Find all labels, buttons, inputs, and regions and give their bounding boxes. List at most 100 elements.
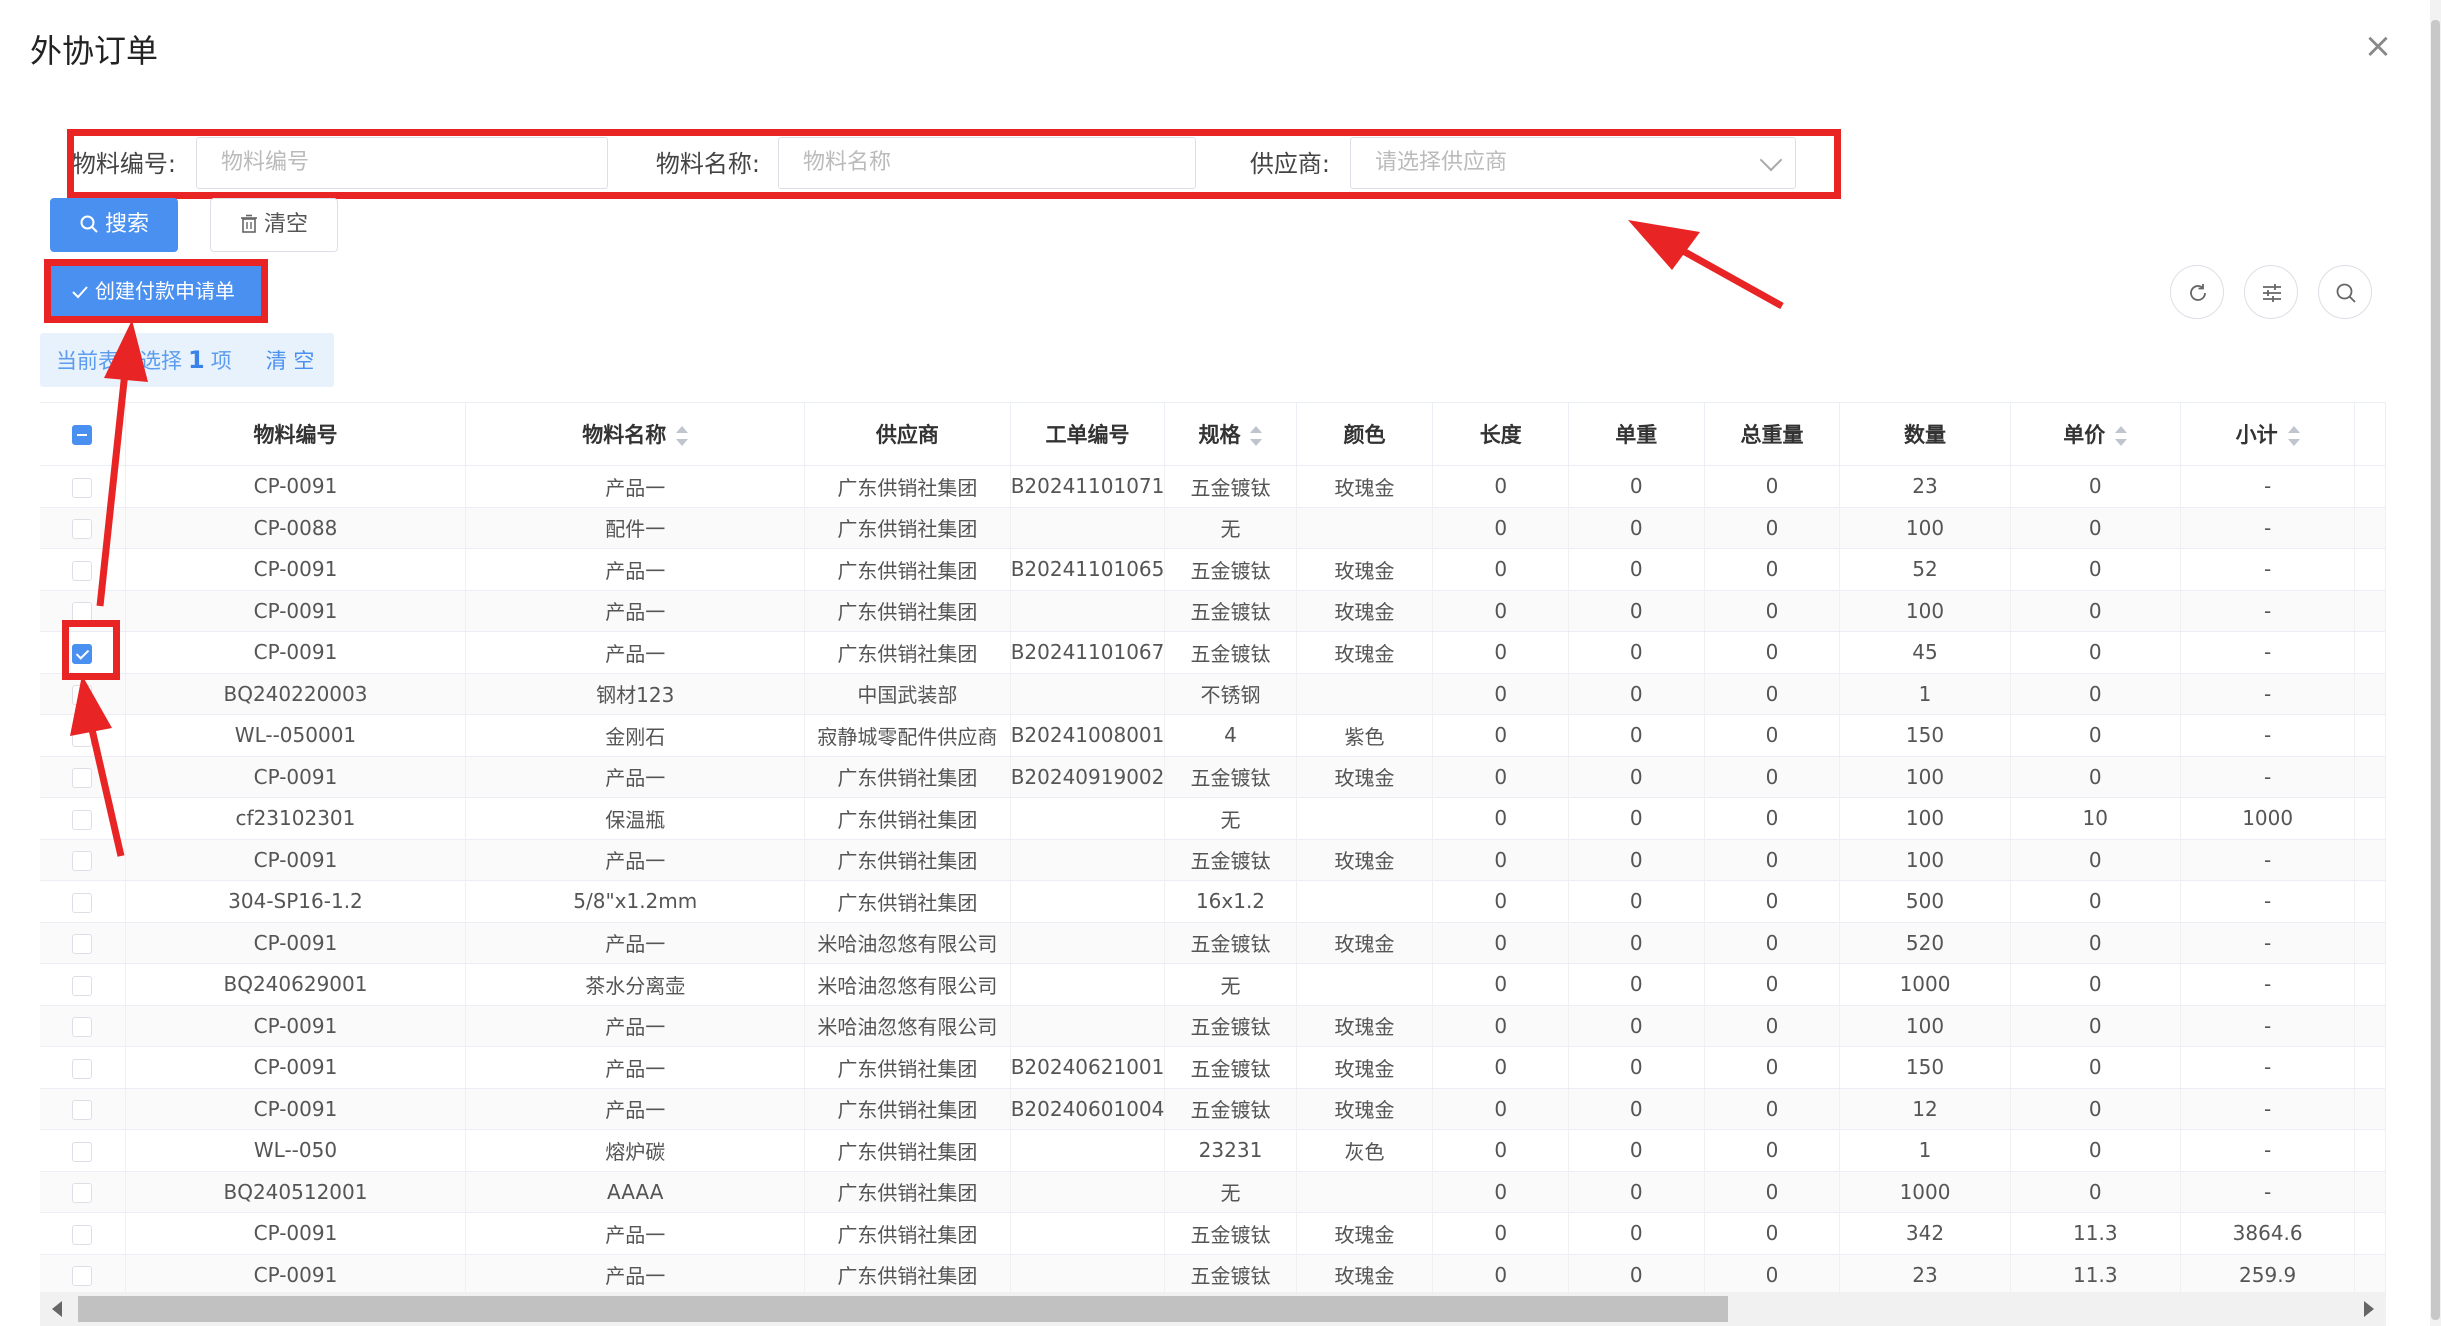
row-checkbox[interactable] — [72, 1224, 93, 1245]
table-cell-overflow — [2354, 507, 2386, 549]
row-checkbox[interactable] — [72, 1058, 93, 1079]
table-row[interactable]: WL--050 熔炉碳 广东供销社集团 23231 灰色 0 0 0 1 0- — [40, 1129, 2386, 1172]
selection-clear-link[interactable]: 清 空 — [266, 349, 315, 373]
row-select-cell[interactable] — [40, 963, 126, 1006]
table-row[interactable]: CP-0091 产品一 广东供销社集团 B20241101071 五金镀钛 玫瑰金 0 0 0 2… — [40, 465, 2386, 508]
row-checkbox[interactable] — [72, 1266, 93, 1287]
row-select-cell[interactable] — [40, 507, 126, 549]
row-checkbox[interactable] — [72, 1017, 93, 1038]
table-cell: B20241101065 — [1010, 548, 1166, 591]
table-cell: 100 — [1839, 797, 2011, 840]
row-select-cell[interactable] — [40, 1254, 126, 1293]
row-select-cell[interactable] — [40, 714, 126, 757]
select-all-cell[interactable] — [40, 403, 126, 466]
row-checkbox[interactable] — [72, 768, 93, 789]
row-checkbox[interactable] — [72, 975, 93, 996]
table-cell: 100 — [1839, 590, 2011, 632]
row-select-cell[interactable] — [40, 1046, 126, 1089]
row-checkbox[interactable] — [72, 519, 93, 540]
table-cell: 0 — [1568, 1129, 1705, 1172]
sort-icon[interactable] — [1250, 425, 1263, 447]
table-cell-overflow — [2354, 880, 2386, 923]
vertical-scrollbar[interactable] — [2430, 0, 2441, 1326]
table-row[interactable]: CP-0091 产品一 广东供销社集团 五金镀钛 玫瑰金 0 0 0 23 11.3 259.9 — [40, 1254, 2386, 1293]
sort-icon[interactable] — [2115, 425, 2128, 447]
row-select-cell[interactable] — [40, 1129, 126, 1172]
table-row[interactable]: CP-0091 产品一 广东供销社集团 五金镀钛 玫瑰金 0 0 0 100 0- — [40, 839, 2386, 881]
row-select-cell[interactable] — [40, 548, 126, 591]
dialog: 外协订单 × 物料编号: 物料编号 物料名称: 物料名称 供应商: 请选择供应商… — [0, 0, 2441, 1326]
row-select-cell[interactable] — [40, 880, 126, 923]
table-cell: - — [2180, 1088, 2356, 1130]
row-select-cell[interactable] — [40, 922, 126, 964]
table-row[interactable]: CP-0091 产品一 广东供销社集团 B20240621001 五金镀钛 玫瑰金 0 0 0 1… — [40, 1046, 2386, 1089]
row-select-cell[interactable] — [40, 756, 126, 798]
column-header-sortable[interactable]: 规格 — [1164, 403, 1297, 466]
table-cell-overflow — [2354, 756, 2386, 798]
search-icon[interactable] — [2318, 265, 2372, 319]
close-icon[interactable]: × — [2360, 28, 2396, 64]
table-cell: 0 — [1704, 756, 1841, 798]
table-row[interactable]: cf23102301 保温瓶 广东供销社集团无 0 0 0 100 10 1000 — [40, 797, 2386, 840]
row-checkbox[interactable] — [72, 560, 93, 581]
row-select-cell[interactable] — [40, 1088, 126, 1130]
table-cell: 0 — [1432, 507, 1569, 549]
vertical-scrollbar-thumb[interactable] — [2431, 20, 2440, 1320]
row-checkbox[interactable] — [72, 1183, 93, 1204]
table-row[interactable]: 304-SP16-1.2 5/8"x1.2mm 广东供销社集团 16x1.2 0 0 0 50… — [40, 880, 2386, 923]
table-row[interactable]: CP-0091 产品一 广东供销社集团 B20240601004 五金镀钛 玫瑰金 0 0 0 1… — [40, 1088, 2386, 1130]
table-cell: 45 — [1839, 631, 2011, 674]
table-row[interactable]: WL--050001 金刚石 寂静城零配件供应商 B20241008001 4 紫色 0 0 0… — [40, 714, 2386, 757]
row-checkbox[interactable] — [72, 892, 93, 913]
table-cell: 0 — [2010, 714, 2181, 757]
row-checkbox[interactable] — [72, 685, 93, 706]
row-select-cell[interactable] — [40, 1212, 126, 1255]
select-all-checkbox[interactable] — [72, 425, 93, 445]
table-row[interactable]: BQ240629001 茶水分离壶 米哈油忽悠有限公司无 0 0 0 1000 0- — [40, 963, 2386, 1006]
table-row[interactable]: CP-0091 产品一 米哈油忽悠有限公司 五金镀钛 玫瑰金 0 0 0 100 0- — [40, 1005, 2386, 1047]
clear-button[interactable]: 清空 — [210, 198, 338, 252]
scroll-left-icon[interactable] — [52, 1301, 62, 1317]
table-row[interactable]: CP-0091 产品一 广东供销社集团 B20241101067 五金镀钛 玫瑰金 0 0 0 4… — [40, 631, 2386, 674]
table-cell — [1010, 797, 1166, 840]
row-select-cell[interactable] — [40, 465, 126, 508]
row-select-cell[interactable] — [40, 1171, 126, 1213]
table-cell: 0 — [1704, 714, 1841, 757]
column-header-sortable[interactable]: 小计 — [2180, 403, 2356, 466]
column-header-sortable[interactable]: 物料名称 — [465, 403, 806, 466]
row-checkbox[interactable] — [72, 726, 93, 747]
row-select-cell[interactable] — [40, 797, 126, 840]
scroll-right-icon[interactable] — [2364, 1301, 2374, 1317]
row-checkbox[interactable] — [72, 934, 93, 955]
sort-icon[interactable] — [676, 425, 689, 447]
table-cell: 产品一 — [465, 590, 806, 632]
table-row[interactable]: CP-0091 产品一 广东供销社集团 B20241101065 五金镀钛 玫瑰金 0 0 0 5… — [40, 548, 2386, 591]
row-checkbox[interactable] — [72, 477, 93, 498]
horizontal-scrollbar[interactable] — [40, 1292, 2386, 1326]
row-select-cell[interactable] — [40, 1005, 126, 1047]
table-cell: 0 — [2010, 1171, 2181, 1213]
row-checkbox[interactable] — [72, 1141, 93, 1162]
horizontal-scrollbar-thumb[interactable] — [78, 1296, 1728, 1322]
row-select-cell[interactable] — [40, 839, 126, 881]
table-row[interactable]: BQ240512001 AAAA 广东供销社集团无 0 0 0 1000 0- — [40, 1171, 2386, 1213]
table-row[interactable]: CP-0091 产品一 广东供销社集团 五金镀钛 玫瑰金 0 0 0 342 11.3 3864.6 — [40, 1212, 2386, 1255]
table-cell: 无 — [1164, 963, 1297, 1006]
sliders-icon[interactable] — [2244, 265, 2298, 319]
table-cell: 五金镀钛 — [1164, 1005, 1297, 1047]
table-cell — [1296, 1171, 1434, 1213]
table-cell: CP-0091 — [125, 839, 467, 881]
sort-icon[interactable] — [2287, 425, 2300, 447]
table-row[interactable]: CP-0091 产品一 广东供销社集团 五金镀钛 玫瑰金 0 0 0 100 0- — [40, 590, 2386, 632]
row-checkbox[interactable] — [72, 851, 93, 872]
row-checkbox[interactable] — [72, 809, 93, 830]
table-row[interactable]: CP-0091 产品一 米哈油忽悠有限公司 五金镀钛 玫瑰金 0 0 0 520 0- — [40, 922, 2386, 964]
search-button[interactable]: 搜索 — [50, 198, 178, 252]
column-header-sortable[interactable]: 单价 — [2010, 403, 2181, 466]
table-cell: - — [2180, 922, 2356, 964]
table-row[interactable]: BQ240220003 钢材123 中国武装部 不锈钢 0 0 0 1 0- — [40, 673, 2386, 715]
table-row[interactable]: CP-0088 配件一 广东供销社集团无 0 0 0 100 0- — [40, 507, 2386, 549]
refresh-icon[interactable] — [2170, 265, 2224, 319]
table-row[interactable]: CP-0091 产品一 广东供销社集团 B20240919002 五金镀钛 玫瑰金 0 0 0 1… — [40, 756, 2386, 798]
row-checkbox[interactable] — [72, 1100, 93, 1121]
